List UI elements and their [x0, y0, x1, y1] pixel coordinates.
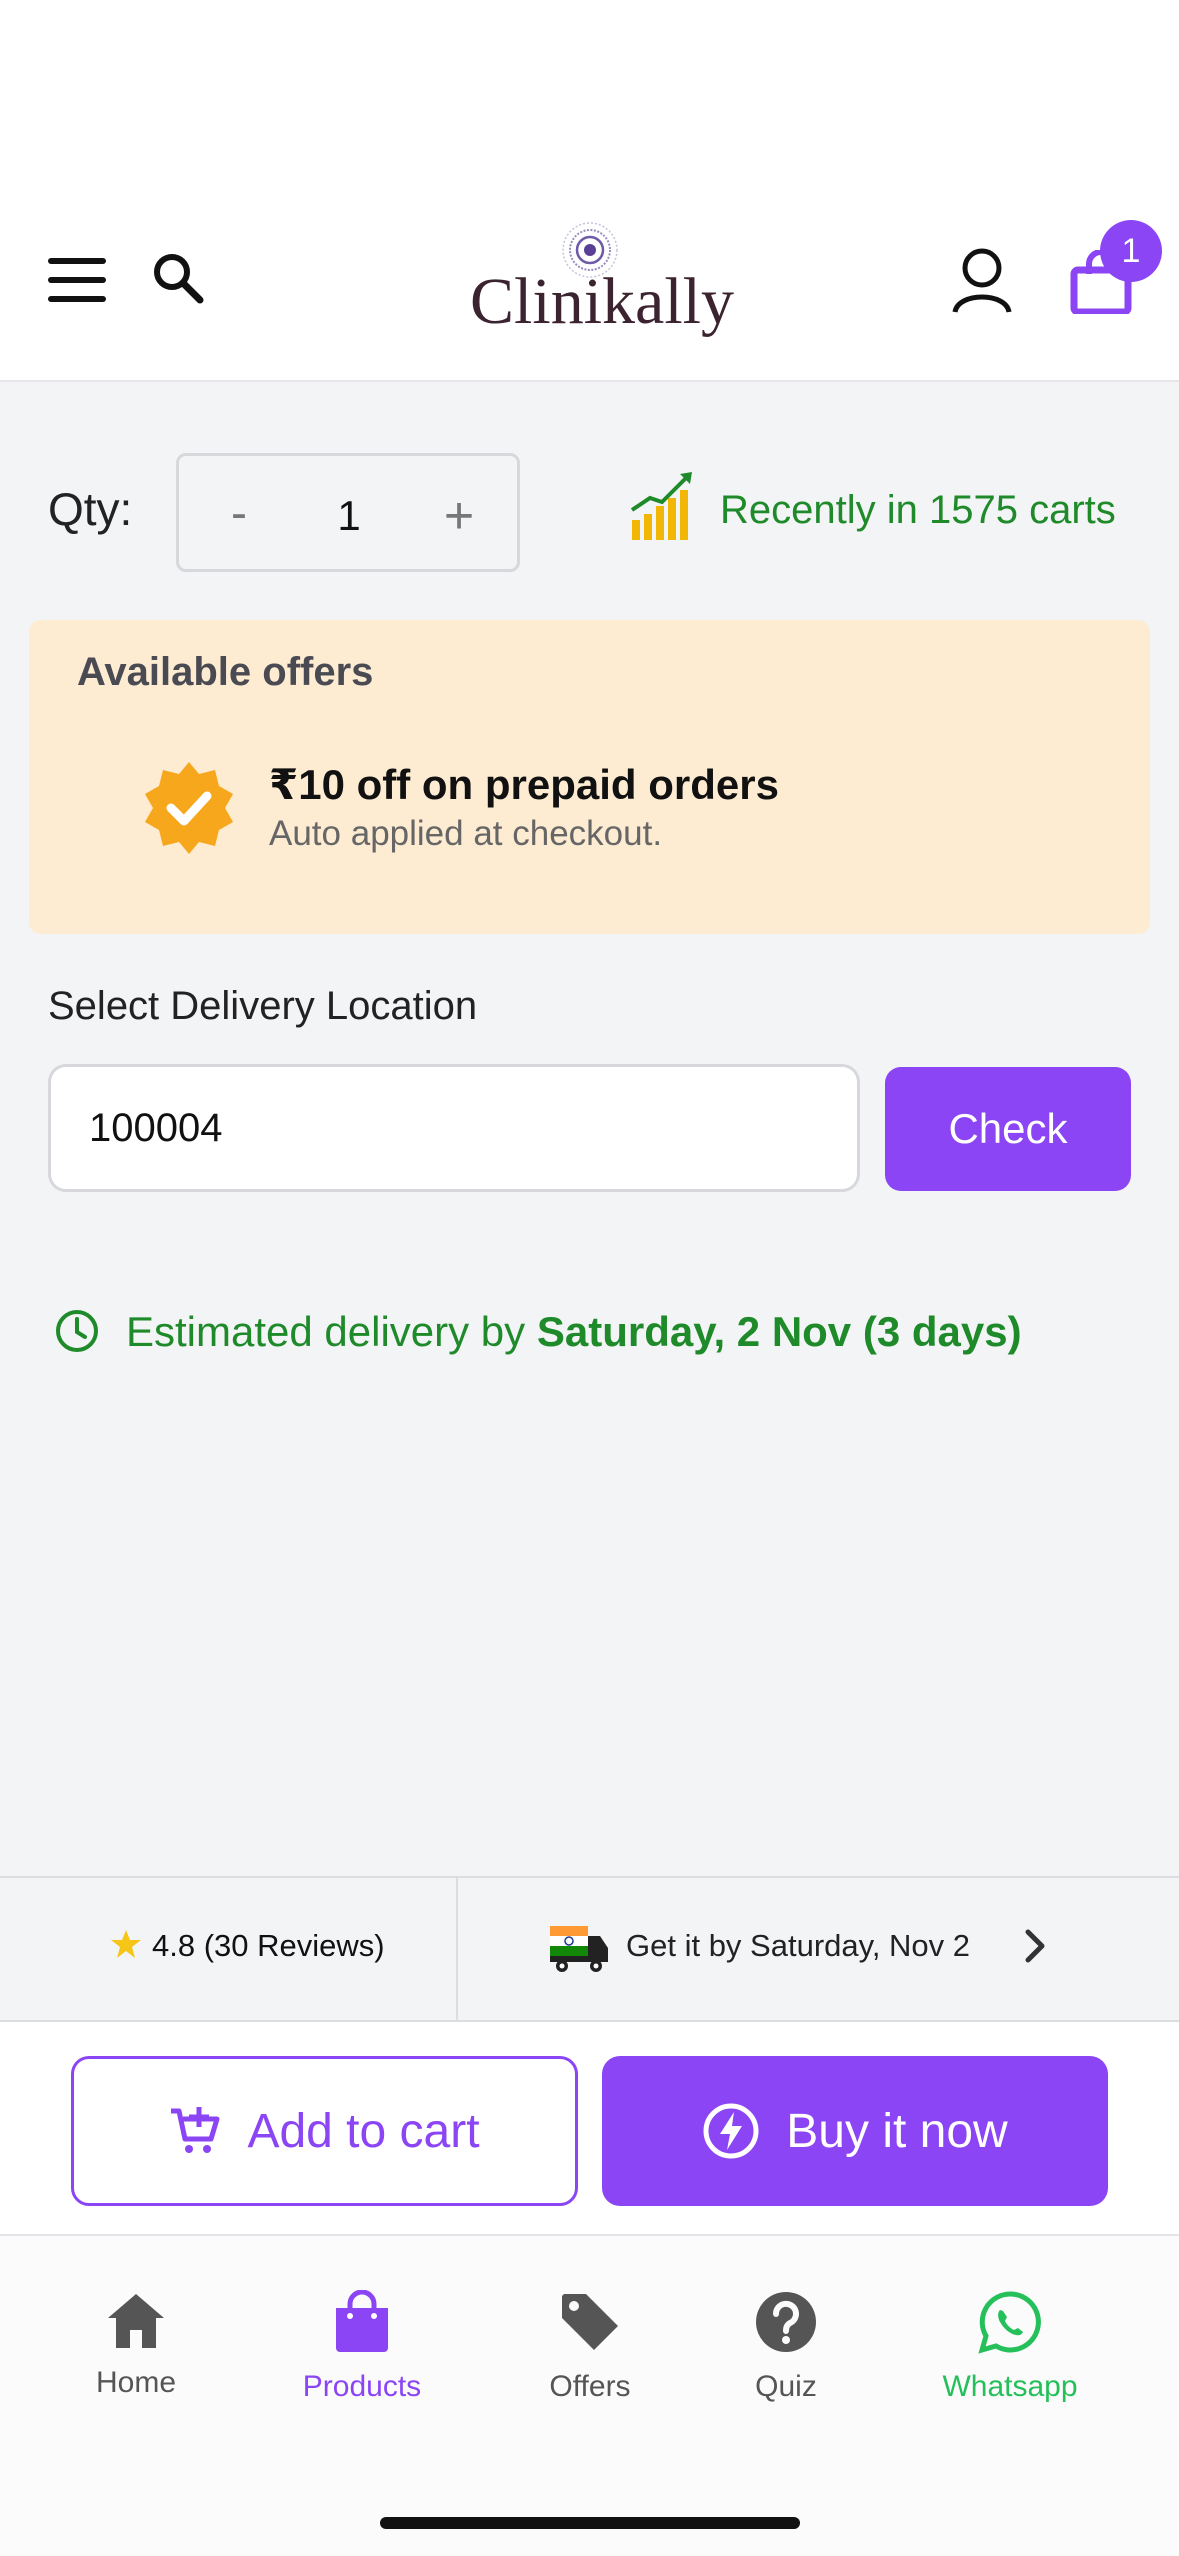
bottom-tab-bar: Home Products Offers Quiz Whatsapp — [0, 2236, 1179, 2556]
trending-chart-icon — [630, 472, 692, 540]
delivery-location-label: Select Delivery Location — [48, 984, 478, 1028]
question-icon — [756, 2292, 816, 2352]
tab-products[interactable]: Products — [272, 2290, 452, 2404]
qty-label: Qty: — [48, 483, 133, 535]
rating-text[interactable]: 4.8 (30 Reviews) — [152, 1928, 385, 1964]
home-indicator — [380, 2517, 800, 2529]
strip-delivery-text[interactable]: Get it by Saturday, Nov 2 — [626, 1928, 970, 1964]
buy-now-button[interactable]: Buy it now — [602, 2056, 1108, 2206]
delivery-truck-icon — [550, 1926, 608, 1972]
tab-home-label: Home — [95, 2366, 177, 2399]
chevron-right-icon[interactable] — [1020, 1926, 1050, 1966]
tab-offers[interactable]: Offers — [500, 2290, 680, 2404]
tab-home[interactable]: Home — [46, 2290, 226, 2400]
tag-icon — [562, 2294, 618, 2350]
buy-now-label: Buy it now — [786, 2104, 1008, 2158]
verified-badge-icon — [145, 762, 233, 854]
strip-divider — [456, 1878, 458, 2020]
search-icon[interactable] — [148, 248, 208, 308]
recently-in-carts-text: Recently in 1575 carts — [720, 488, 1116, 532]
qty-increase-button[interactable]: + — [429, 486, 489, 546]
check-pincode-button[interactable]: Check — [885, 1067, 1131, 1191]
quantity-stepper: - 1 + — [176, 453, 520, 572]
tab-whatsapp-label: Whatsapp — [942, 2370, 1078, 2403]
qty-decrease-button[interactable]: - — [209, 486, 269, 546]
pincode-input[interactable] — [48, 1064, 860, 1192]
add-to-cart-label: Add to cart — [247, 2104, 480, 2158]
clock-icon — [56, 1310, 98, 1352]
offers-title: Available offers — [77, 650, 374, 694]
qty-value: 1 — [337, 492, 361, 539]
cart-count-badge: 1 — [1100, 220, 1162, 282]
shopping-bag-tab-icon — [336, 2290, 388, 2352]
purchase-action-bar: Add to cart Buy it now — [0, 2022, 1179, 2236]
tab-quiz-label: Quiz — [755, 2370, 817, 2403]
tab-quiz[interactable]: Quiz — [696, 2290, 876, 2404]
brand-logo[interactable]: Clinikally — [470, 220, 734, 340]
product-info-strip: 4.8 (30 Reviews) Get it by Saturday, Nov… — [0, 1876, 1179, 2022]
home-icon — [108, 2294, 164, 2348]
offer-subtitle: Auto applied at checkout. — [269, 814, 663, 853]
offer-title: ₹10 off on prepaid orders — [269, 761, 779, 808]
lightning-icon — [703, 2103, 759, 2159]
status-bar-area — [0, 0, 1179, 210]
add-to-cart-button[interactable]: Add to cart — [71, 2056, 578, 2206]
estimate-date: Saturday, 2 Nov (3 days) — [536, 1308, 1022, 1355]
available-offers-card: Available offers ₹10 off on prepaid orde… — [29, 620, 1150, 934]
add-cart-icon — [171, 2107, 220, 2153]
estimate-prefix: Estimated delivery by — [126, 1308, 537, 1355]
account-icon[interactable] — [950, 246, 1014, 314]
tab-products-label: Products — [302, 2370, 422, 2403]
whatsapp-icon — [978, 2291, 1041, 2354]
star-icon — [111, 1930, 141, 1958]
estimated-delivery-text: Estimated delivery by Saturday, 2 Nov (3… — [126, 1308, 1022, 1356]
menu-icon[interactable] — [48, 258, 106, 302]
logo-text: Clinikally — [470, 265, 734, 338]
tab-offers-label: Offers — [549, 2370, 631, 2403]
tab-whatsapp[interactable]: Whatsapp — [920, 2290, 1100, 2404]
